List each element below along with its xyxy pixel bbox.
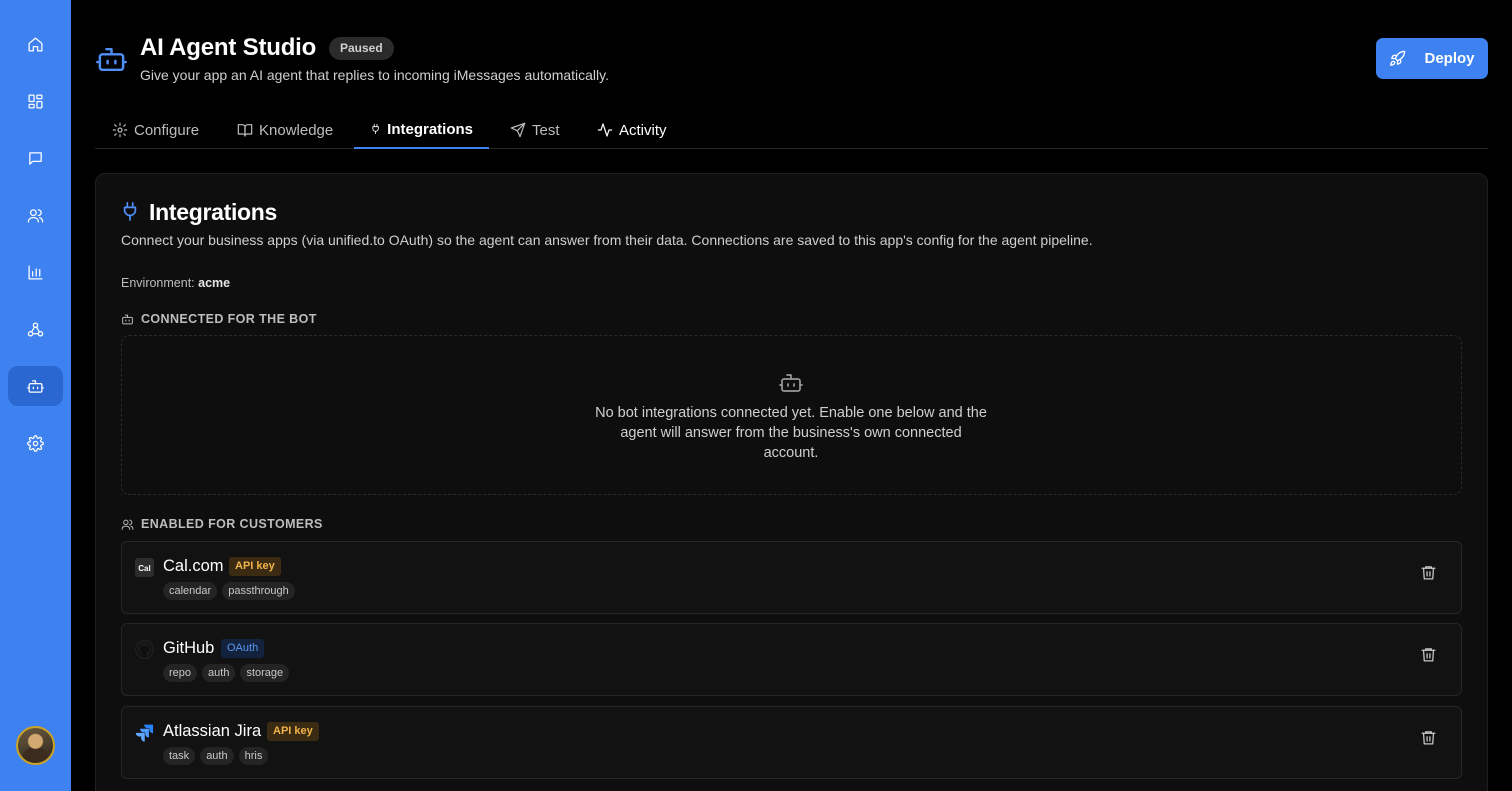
tab-label: Test [532,121,560,139]
tab-integrations[interactable]: Integrations [354,111,489,149]
webhook-icon [27,321,44,337]
page-subtitle: Give your app an AI agent that replies t… [140,67,609,83]
tag-chip: storage [240,664,290,682]
tag-chip: hris [238,747,269,765]
activity-icon [597,123,613,137]
bot-icon [779,371,803,395]
section-title: Integrations [149,199,278,225]
calcom-logo: Cal [135,558,154,577]
tab-label: Integrations [387,120,473,138]
tab-bar: Configure Knowledge Integrations Test Ac… [95,111,1488,149]
integration-row-github: GitHub OAuth repo auth storage [121,623,1462,696]
trash-icon [1421,731,1436,745]
tag-list: repo auth storage [163,664,290,682]
integration-row-jira: Atlassian Jira API key task auth hris [121,706,1462,779]
sidebar-item-apps[interactable] [8,81,63,121]
tab-label: Activity [619,121,667,139]
sidebar-item-ai-agent[interactable] [8,366,63,406]
send-icon [510,122,526,138]
tab-configure[interactable]: Configure [112,111,199,149]
gear-icon [112,122,128,138]
bot-section-heading: CONNECTED FOR THE BOT [121,312,317,326]
tab-label: Configure [134,121,200,139]
trash-icon [1421,566,1436,580]
status-badge: Paused [329,37,394,60]
jira-logo [135,723,154,742]
tab-activity[interactable]: Activity [597,111,667,149]
heading-label: ENABLED FOR CUSTOMERS [141,517,323,531]
environment-value: acme [198,276,231,290]
environment-label: Environment: [121,276,195,290]
github-logo [135,640,154,659]
tag-chip: passthrough [222,582,295,600]
page-title: AI Agent Studio [140,34,317,61]
users-icon [121,519,134,530]
section-description: Connect your business apps (via unified.… [121,232,1093,248]
settings-icon [27,434,44,452]
empty-state-text: No bot integrations connected yet. Enabl… [595,405,987,461]
sidebar-item-messages[interactable] [8,138,63,178]
tag-chip: task [163,747,196,765]
integration-name: GitHub [163,639,215,657]
rocket-icon [1390,50,1406,66]
auth-badge: OAuth [221,639,265,658]
heading-label: CONNECTED FOR THE BOT [141,312,317,326]
trash-icon [1421,648,1436,662]
delete-button[interactable] [1420,646,1438,664]
tag-list: calendar passthrough [163,582,295,600]
integration-name: Cal.com [163,557,224,575]
tag-chip: auth [202,664,236,682]
environment-line: Environment: acme [121,276,230,290]
delete-button[interactable] [1420,564,1438,582]
customer-section-heading: ENABLED FOR CUSTOMERS [121,517,323,531]
sidebar-item-analytics[interactable] [8,252,63,292]
messages-icon [29,151,42,165]
sidebar [0,0,71,791]
home-icon [28,36,43,52]
plug-icon [121,201,139,221]
tab-label: Knowledge [259,121,334,139]
tag-chip: repo [163,664,198,682]
avatar[interactable] [16,726,55,765]
book-icon [237,124,253,137]
auth-badge: API key [229,557,281,576]
tag-chip: auth [200,747,234,765]
apps-icon [28,93,43,109]
bot-icon [122,314,133,324]
auth-badge: API key [267,722,319,741]
integration-row-calcom: Cal Cal.com API key calendar passthrough [121,541,1462,614]
svg-text:Cal: Cal [138,564,150,573]
deploy-label: Deploy [1424,50,1475,67]
delete-button[interactable] [1420,729,1438,747]
tab-knowledge[interactable]: Knowledge [237,111,333,149]
sidebar-item-home[interactable] [8,24,63,64]
tag-list: task auth hris [163,747,269,765]
users-icon [27,208,44,223]
analytics-icon [28,264,43,280]
bot-icon [27,379,44,393]
tag-chip: calendar [163,582,218,600]
sidebar-item-contacts[interactable] [8,195,63,235]
integration-name: Atlassian Jira [163,722,262,740]
sidebar-item-webhooks[interactable] [8,309,63,349]
plug-icon [372,123,379,135]
deploy-button[interactable]: Deploy [1376,38,1488,79]
sidebar-item-settings[interactable] [8,423,63,463]
bot-icon [96,44,127,75]
tab-test[interactable]: Test [510,111,560,149]
